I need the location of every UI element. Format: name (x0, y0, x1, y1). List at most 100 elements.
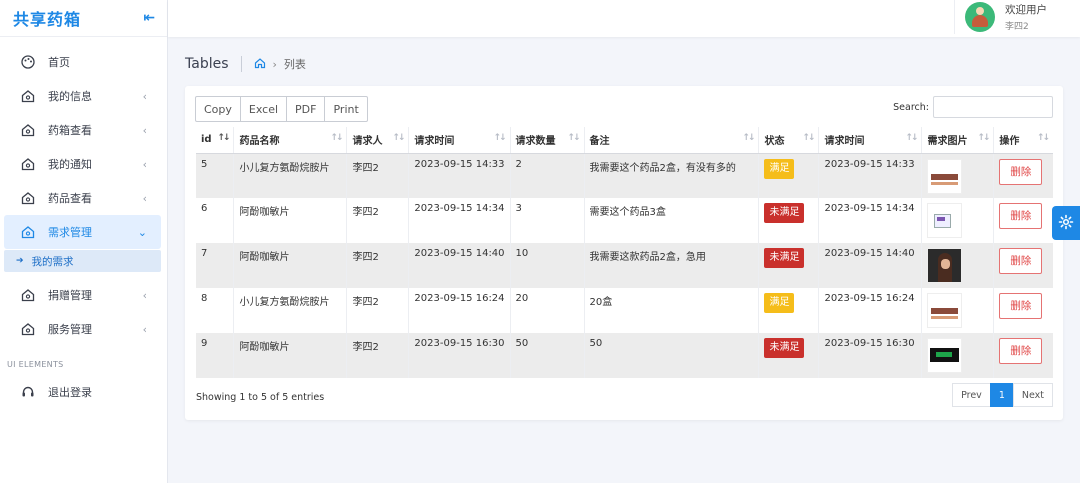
sidebar-item-notifications[interactable]: 我的通知 ‹ (4, 147, 161, 181)
column-header[interactable]: 备注 ↑↓ (584, 127, 760, 154)
cell-requester: 李四2 (346, 153, 410, 198)
cell-note: 需要这个药品3盒 (584, 198, 760, 243)
breadcrumb: › 列表 (242, 56, 306, 72)
home-icon (20, 287, 36, 303)
cell-action: 删除 (993, 243, 1053, 288)
table-row: 9 阿酚咖敏片 李四2 2023-09-15 16:30 50 50 未满足 2… (196, 333, 1053, 378)
cell-name: 阿酚咖敏片 (233, 243, 348, 288)
sort-icon: ↑↓ (392, 133, 405, 143)
chevron-left-icon: ‹ (142, 191, 147, 205)
delete-button[interactable]: 删除 (999, 158, 1043, 185)
home-icon[interactable] (254, 57, 266, 72)
prev-page-button[interactable]: Prev (952, 383, 991, 407)
column-header[interactable]: 需求图片 ↑↓ (921, 127, 995, 154)
sidebar-item-label: 退出登录 (48, 386, 92, 399)
search-input[interactable] (933, 96, 1053, 118)
column-header[interactable]: 请求时间 ↑↓ (408, 127, 511, 154)
sidebar-item-label: 药品查看 (48, 192, 92, 205)
cell-note: 我需要这个药品2盒，有没有多的 (584, 153, 760, 198)
print-button[interactable]: Print (324, 96, 368, 122)
sidebar-item-service[interactable]: 服务管理 ‹ (4, 312, 161, 346)
demand-table: id ↑↓ 药品名称 ↑↓ 请求人 ↑↓ 请求时间 ↑↓ 请求数量 ↑↓ 备注 ↑↓ 状态 ↑… (196, 127, 1053, 378)
cell-action: 删除 (993, 288, 1053, 333)
page-1-button[interactable]: 1 (989, 383, 1014, 407)
avatar (965, 2, 995, 32)
excel-button[interactable]: Excel (239, 96, 288, 122)
column-header[interactable]: id ↑↓ (196, 127, 235, 154)
sidebar-item-logout[interactable]: 退出登录 (4, 375, 161, 409)
table-card: Copy Excel PDF Print Search: id ↑↓ 药品名称 ↑↓… (185, 86, 1063, 420)
page-title: Tables (185, 56, 242, 72)
sidebar-item-medicine-box[interactable]: 药箱查看 ‹ (4, 113, 161, 147)
medicine-image[interactable] (927, 203, 963, 238)
sidebar-item-demand-management[interactable]: 需求管理 ⌄ (4, 215, 161, 249)
column-header[interactable]: 请求时间 ↑↓ (818, 127, 923, 154)
table-row: 8 小儿复方氨酚烷胺片 李四2 2023-09-15 16:24 20 20盒 … (196, 288, 1053, 333)
sidebar-item-label: 药箱查看 (48, 124, 92, 137)
home-icon (20, 156, 36, 172)
chevron-left-icon: ‹ (142, 288, 147, 302)
chevron-right-icon: › (272, 57, 277, 71)
cell-image (921, 243, 995, 288)
cell-note: 20盒 (584, 288, 760, 333)
sort-icon: ↑↓ (905, 133, 918, 143)
sidebar-item-medicine[interactable]: 药品查看 ‹ (4, 181, 161, 215)
cell-qty: 20 (510, 288, 585, 333)
column-header[interactable]: 药品名称 ↑↓ (233, 127, 348, 154)
home-icon (20, 88, 36, 104)
medicine-image[interactable] (927, 293, 963, 328)
user-menu[interactable]: 欢迎用户 李四2 (954, 0, 1080, 34)
user-name: 李四2 (1005, 22, 1029, 32)
sidebar-item-label: 需求管理 (48, 226, 92, 239)
cell-status: 满足 (758, 288, 820, 333)
medicine-image[interactable] (927, 158, 963, 194)
medicine-image[interactable] (927, 338, 963, 373)
table-info: Showing 1 to 5 of 5 entries (196, 392, 325, 403)
sidebar-item-my-info[interactable]: 我的信息 ‹ (4, 79, 161, 113)
pagination: Prev 1 Next (952, 383, 1053, 407)
sidebar-item-label: 捐赠管理 (48, 289, 92, 302)
cell-qty: 50 (510, 333, 585, 378)
delete-button[interactable]: 删除 (999, 203, 1043, 229)
cell-action: 删除 (993, 198, 1053, 243)
column-header[interactable]: 请求人 ↑↓ (346, 127, 410, 154)
headset-icon (20, 384, 36, 400)
cell-status: 未满足 (758, 198, 820, 243)
sidebar-item-home[interactable]: 首页 (4, 45, 161, 79)
cell-id: 5 (196, 153, 235, 198)
user-greeting: 欢迎用户 (1005, 4, 1047, 16)
medicine-image[interactable] (927, 248, 963, 283)
table-row: 5 小儿复方氨酚烷胺片 李四2 2023-09-15 14:33 2 我需要这个… (196, 153, 1053, 198)
column-header[interactable]: 操作 ↑↓ (993, 127, 1053, 154)
brand-title: 共享药箱 (13, 10, 82, 29)
collapse-sidebar-icon[interactable]: ⇤ (143, 10, 155, 26)
sort-icon: ↑↓ (1036, 133, 1050, 143)
column-header[interactable]: 请求数量 ↑↓ (510, 127, 585, 154)
export-toolbar: Copy Excel PDF Print (195, 96, 368, 122)
status-badge: 未满足 (764, 203, 805, 223)
cell-time: 2023-09-15 16:24 (408, 288, 511, 333)
column-header[interactable]: 状态 ↑↓ (758, 127, 820, 154)
copy-button[interactable]: Copy (195, 96, 241, 122)
pdf-button[interactable]: PDF (286, 96, 326, 122)
cell-image (921, 333, 995, 378)
topbar: 欢迎用户 李四2 (168, 0, 1080, 37)
table-row: 7 阿酚咖敏片 李四2 2023-09-15 14:40 10 我需要这款药品2… (196, 243, 1053, 288)
next-page-button[interactable]: Next (1012, 383, 1053, 407)
cell-id: 8 (196, 288, 235, 333)
brand: 共享药箱 ⇤ (0, 0, 167, 37)
cell-time: 2023-09-15 14:33 (408, 153, 511, 198)
table-header-row: id ↑↓ 药品名称 ↑↓ 请求人 ↑↓ 请求时间 ↑↓ 请求数量 ↑↓ 备注 ↑↓ 状态 ↑… (196, 127, 1053, 154)
cell-note: 50 (584, 333, 760, 378)
delete-button[interactable]: 删除 (999, 338, 1043, 364)
delete-button[interactable]: 删除 (999, 293, 1043, 319)
sidebar-item-donation[interactable]: 捐赠管理 ‹ (4, 278, 161, 312)
status-badge: 满足 (764, 158, 795, 179)
sidebar-subitem-my-demand[interactable]: ➔ 我的需求 (4, 250, 161, 272)
chevron-left-icon: ‹ (142, 157, 147, 171)
chevron-down-icon: ⌄ (137, 225, 147, 239)
delete-button[interactable]: 删除 (999, 248, 1043, 274)
chevron-left-icon: ‹ (142, 89, 147, 103)
settings-fab[interactable] (1052, 206, 1080, 240)
gear-icon (1058, 214, 1074, 233)
